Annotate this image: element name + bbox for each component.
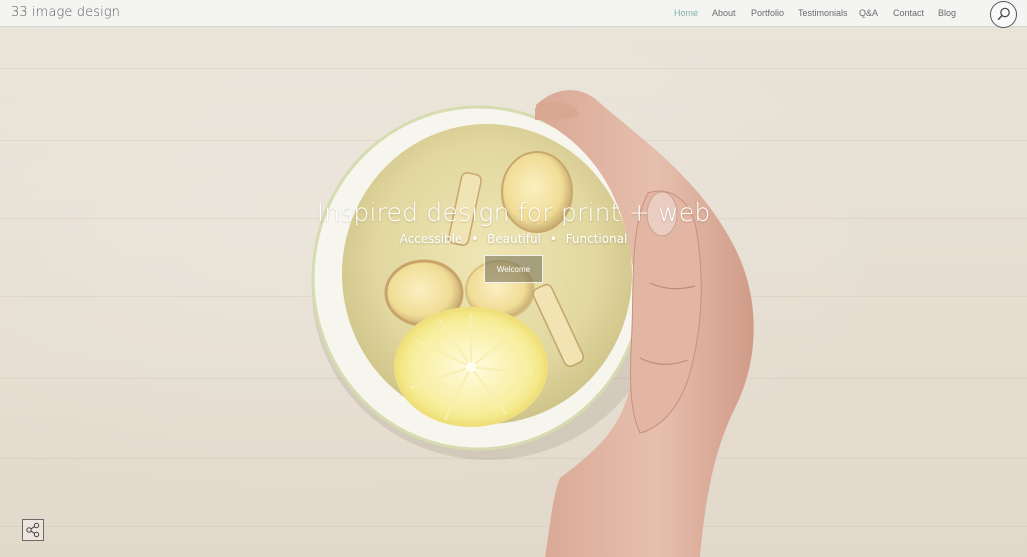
nav-item-portfolio[interactable]: Portfolio (751, 8, 784, 18)
nav-item-home[interactable]: Home (674, 8, 698, 18)
hero-tagline: Accessible • Beautiful • Functional (0, 232, 1027, 246)
tagline-item-accessible: Accessible (399, 232, 463, 246)
hero-content: Inspired design for print + web Accessib… (0, 28, 1027, 557)
share-icon (26, 522, 40, 538)
site-header: 33 image design Home About Portfolio Tes… (0, 0, 1027, 28)
nav-item-blog[interactable]: Blog (938, 8, 956, 18)
search-icon (997, 7, 1010, 20)
hero-section: Inspired design for print + web Accessib… (0, 28, 1027, 557)
share-button[interactable] (22, 519, 44, 541)
tagline-item-beautiful: Beautiful (487, 232, 541, 246)
tagline-separator: • (549, 232, 557, 246)
nav-item-qa[interactable]: Q&A (859, 8, 878, 18)
nav-item-testimonials[interactable]: Testimonials (798, 8, 848, 18)
welcome-button[interactable]: Welcome (484, 255, 543, 283)
tagline-separator: • (471, 232, 479, 246)
main-nav: Home About Portfolio Testimonials Q&A Co… (0, 0, 1027, 27)
hero-headline: Inspired design for print + web (316, 198, 711, 227)
tagline-item-functional: Functional (565, 232, 628, 246)
nav-item-contact[interactable]: Contact (893, 8, 924, 18)
search-button[interactable] (990, 1, 1017, 28)
nav-item-about[interactable]: About (712, 8, 736, 18)
